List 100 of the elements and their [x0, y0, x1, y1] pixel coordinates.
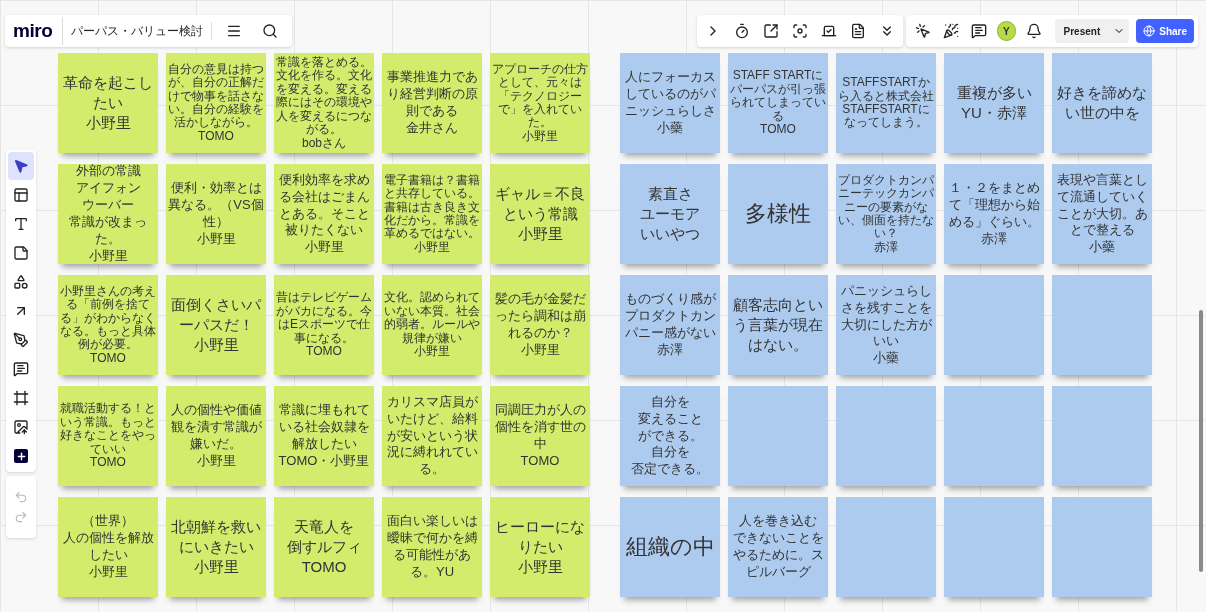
- note-text: 赤澤: [874, 240, 898, 255]
- sticky-note[interactable]: 便利・効率とは異なる。（VS個性） 小野里: [166, 164, 266, 264]
- tool-button[interactable]: [8, 152, 34, 180]
- sticky-note[interactable]: 面白い楽しいは曖昧で何かを縛る可能性がある。YU: [382, 497, 482, 597]
- note-text: 革命を起こしたい: [62, 72, 154, 113]
- note-text: TOMO: [306, 345, 342, 359]
- note-text: 小野里: [520, 341, 560, 359]
- note-text: 文化。認められていない本質。社会的弱者。ルールや規律が嫌い: [384, 291, 480, 345]
- sticky-note[interactable]: １・２をまとめて「理想から始める」ぐらい。 赤澤: [944, 164, 1044, 264]
- note-text: 常識が改まった。: [68, 214, 148, 248]
- note-text: パニッシュらしさを残すことを大切にした方がいい: [839, 282, 933, 351]
- note-text: ウーバー: [82, 197, 134, 214]
- sticky-note[interactable]: 常識に埋もれている社会奴隷を解放したい TOMO・小野里: [274, 386, 374, 486]
- sticky-note[interactable]: 自分の意見は持つが、自分の正解だけで物事を話さない。自分の経験を活かしながら。 TOMO: [166, 53, 266, 153]
- logo[interactable]: miro: [13, 16, 64, 46]
- sticky-note[interactable]: 電子書籍は？書籍と共存している。書籍は古き良き文化だから。常識を革めるではない。小野里: [382, 164, 482, 264]
- note-text: 便利・効率とは異なる。（VS個性）: [168, 180, 264, 231]
- sticky-note[interactable]: ものづくり感がプロダクトカンパニー感がない 赤澤: [620, 275, 720, 375]
- sticky-note[interactable]: 事業推進力であり経営判断の原則である 金井さん: [382, 53, 482, 153]
- pointer-icon: [13, 158, 29, 174]
- note-text: 顧客志向という言葉が現在はない。: [732, 294, 824, 356]
- sticky-note[interactable]: 昔はテレビゲームがバカになる。今はEスポーツで仕事になる。 TOMO: [274, 275, 374, 375]
- note-text: ギャル＝不良という常識: [494, 183, 586, 224]
- sticky-note[interactable]: 重複が多い YU・赤澤: [944, 53, 1044, 153]
- scrollbar[interactable]: [1199, 310, 1203, 572]
- note-text: bobさん: [302, 136, 346, 151]
- sticky-note[interactable]: 表現や言葉として流通していくことが大切。あとで整える 小藥: [1052, 164, 1152, 264]
- note-text: カリスマ店員がいたけど、給料が安いという状況に縛れれている。: [385, 393, 479, 479]
- sticky-note[interactable]: 髪の毛が金髪だったら調和は崩れるのか？ 小野里: [490, 275, 590, 375]
- note-text: 小藥: [873, 350, 899, 368]
- note-text: TOMO: [198, 129, 234, 144]
- sticky-note[interactable]: 人にフォーカスしているのがパニッシュらしさ 小藥: [620, 53, 720, 153]
- note-text: 自分の意見は持つが、自分の正解だけで物事を話さない。自分の経験を活かしながら。: [168, 62, 264, 130]
- sticky-note[interactable]: 文化。認められていない本質。社会的弱者。ルールや規律が嫌い 小野里: [382, 275, 482, 375]
- note-text: 赤澤: [981, 230, 1007, 248]
- sticky-note[interactable]: パニッシュらしさを残すことを大切にした方がいい 小藥: [836, 275, 936, 375]
- note-text: （世界）: [82, 513, 134, 531]
- note-text: 自分を: [650, 393, 690, 411]
- note-text: STAFF STARTにパーパスが引っ張られてしまっている: [730, 69, 826, 124]
- upload-icon: [13, 419, 29, 435]
- sticky-note[interactable]: 顧客志向という言葉が現在はない。: [728, 275, 828, 375]
- note-text: 人の個性を解放したい: [61, 530, 155, 564]
- note-text: 金井さん: [406, 119, 458, 137]
- note-text: いいやつ: [640, 224, 700, 245]
- note-text: アイフォン: [75, 180, 141, 198]
- note-text: 常識を落とめる。文化を作る。文化を変える。変える際にはその環境や人を変えるにつながる。: [276, 55, 372, 137]
- sticky-note[interactable]: STAFF STARTにパーパスが引っ張られてしまっている TOMO: [728, 53, 828, 153]
- sticky-note[interactable]: 組織の中: [620, 497, 720, 597]
- cursor-icon: [915, 23, 932, 39]
- sticky-note[interactable]: 同調圧力が人の個性を消す世の中 TOMO: [490, 386, 590, 486]
- sticky-note[interactable]: 北朝鮮を救いにいきたい 小野里: [166, 497, 266, 597]
- sticky-note[interactable]: 人を巻き込む できないことをやるために。スピルバーグ: [728, 497, 828, 597]
- note-text: アプローチの仕方として、元々は「テクノロジーで」を入れていた。: [492, 62, 588, 130]
- templates-icon: [13, 187, 29, 203]
- sticky-note[interactable]: 外部の常識 アイフォン ウーバー 常識が改まった。 小野里: [58, 164, 158, 264]
- sticky-note[interactable]: プロダクトカンパニーテックカンパニーの要素がない、側面を持たない？ 赤澤: [836, 164, 936, 264]
- note-text: 小野里: [517, 224, 563, 245]
- party-popper-icon: [942, 23, 959, 39]
- note-text: 電子書籍は？書籍と共存している。書籍は古き良き文化だから。常識を革めるではない。小野里: [384, 173, 480, 255]
- note-text: 組織の中: [625, 533, 715, 561]
- sticky-note[interactable]: STAFFSTARTから入ると株式会社STAFFSTARTになってしまう。: [836, 53, 936, 153]
- sticky-note[interactable]: 自分を 変えること ができる。 自分を 否定できる。: [620, 386, 720, 486]
- note-text: プロダクトカンパニーテックカンパニーの要素がない、側面を持たない？: [838, 173, 934, 241]
- sticky-note[interactable]: 素直さ ユーモア いいやつ: [620, 164, 720, 264]
- note-text: 自分を: [650, 444, 690, 462]
- note-text: 小藥: [657, 119, 683, 137]
- sticky-note[interactable]: 常識を落とめる。文化を作る。文化を変える。変える際にはその環境や人を変えるにつながる。 bobさん: [274, 53, 374, 153]
- pen-icon: [13, 332, 29, 348]
- globe-icon: [1143, 25, 1156, 37]
- sticky-note[interactable]: 多様性: [728, 164, 828, 264]
- sticky-note[interactable]: 便利効率を求める会社はごまんとある。そこと被りたくない 小野里: [274, 164, 374, 264]
- sticky-note[interactable]: ヒーローになりたい 小野里: [490, 497, 590, 597]
- sticky-note[interactable]: カリスマ店員がいたけど、給料が安いという状況に縛れれている。: [382, 386, 482, 486]
- note-text: 小藥: [1089, 239, 1115, 257]
- note-text: 好きを諦めない世の中を: [1056, 82, 1148, 123]
- note-text: 面倒くさいパーパスだ！: [170, 294, 262, 335]
- share-button[interactable]: Share: [1136, 19, 1195, 43]
- sticky-note[interactable]: 好きを諦めない世の中を: [1052, 53, 1152, 153]
- shapes-icon: [13, 274, 29, 290]
- note-text: 小野里さんの考える「前例を捨てる」がわからなくなる。もっと具体例が必要。: [60, 284, 156, 352]
- note-text: 小野里: [196, 452, 236, 470]
- note-text: 多様性: [745, 200, 811, 228]
- note-text: 表現や言葉として流通していくことが大切。あとで整える: [1055, 171, 1149, 240]
- sticky-note[interactable]: 小野里さんの考える「前例を捨てる」がわからなくなる。もっと具体例が必要。 TOMO: [58, 275, 158, 375]
- sticky-note[interactable]: 就職活動する！という常識。もっと好きなことをやっていい TOMO: [58, 386, 158, 486]
- note-text: 否定できる。: [631, 461, 709, 479]
- note-text: 小野里: [196, 230, 236, 248]
- user-avatar[interactable]: Y: [996, 21, 1016, 41]
- sticky-note[interactable]: 革命を起こしたい 小野里: [58, 53, 158, 153]
- sticky-note[interactable]: 人の個性や価値観を潰す常識が嫌いだ。 小野里: [166, 386, 266, 486]
- sticky-note[interactable]: 面倒くさいパーパスだ！ 小野里: [166, 275, 266, 375]
- note-text: 重複が多い: [956, 82, 1032, 103]
- sticky-note[interactable]: （世界） 人の個性を解放したい 小野里: [58, 497, 158, 597]
- sticky-note[interactable]: ギャル＝不良という常識 小野里: [490, 164, 590, 264]
- sticky-note[interactable]: アプローチの仕方として、元々は「テクノロジーで」を入れていた。 小野里: [490, 53, 590, 153]
- sticky-note[interactable]: 天竜人を 倒すルフィ TOMO: [274, 497, 374, 597]
- note-text: 小野里: [193, 335, 239, 356]
- search-icon: [262, 23, 279, 39]
- note-text: 人を巻き込む: [739, 513, 817, 531]
- board-title[interactable]: パーパス・バリュー検討: [71, 22, 213, 40]
